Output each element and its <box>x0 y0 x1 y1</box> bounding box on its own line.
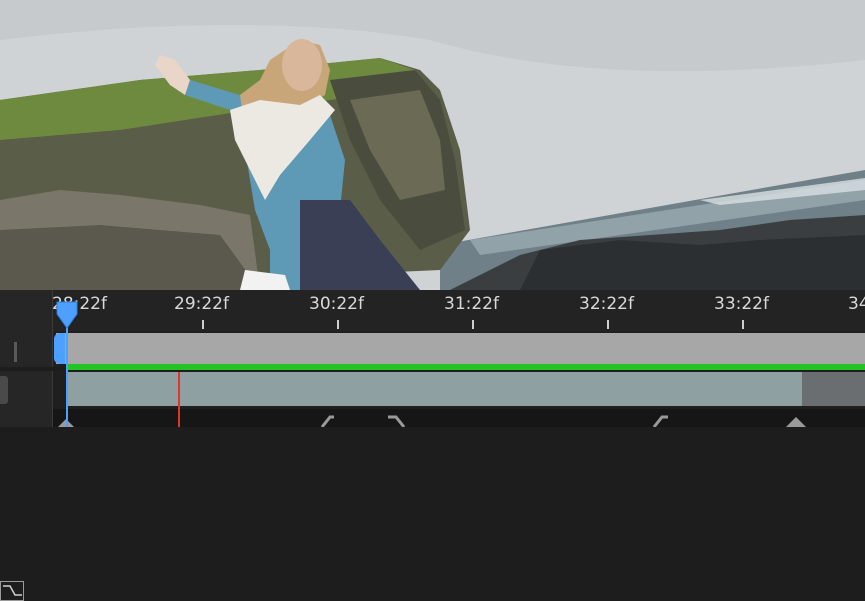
tick-label-1: 29:22f <box>174 294 229 314</box>
tick-mark-4 <box>607 320 609 329</box>
keyframe-marker-4 <box>652 415 668 427</box>
tick-label-2: 30:22f <box>309 294 364 314</box>
tick-mark-5 <box>742 320 744 329</box>
track-grip-handle[interactable] <box>14 342 17 362</box>
tick-label-6: 34 <box>848 294 865 314</box>
layer-duration-bar[interactable] <box>66 372 802 406</box>
keyframe-marker-5 <box>786 417 806 427</box>
keyframe-marker-3 <box>388 415 406 427</box>
layer-grip-handle[interactable] <box>0 376 8 404</box>
playhead-line[interactable] <box>66 318 68 427</box>
tick-label-4: 32:22f <box>579 294 634 314</box>
track-header-1 <box>0 331 53 367</box>
work-area-start-handle[interactable] <box>54 333 65 364</box>
ruler-header <box>0 290 53 331</box>
tick-mark-3 <box>472 320 474 329</box>
work-area-bar[interactable] <box>56 333 865 364</box>
playhead-icon[interactable] <box>55 300 79 330</box>
keyframe-marker-2 <box>320 415 334 427</box>
tick-label-5: 33:22f <box>714 294 769 314</box>
tick-mark-1 <box>202 320 204 329</box>
graph-editor-icon[interactable] <box>0 581 24 601</box>
video-frame-image <box>0 0 865 290</box>
tick-label-3: 31:22f <box>444 294 499 314</box>
time-ruler[interactable]: 28:22f 29:22f 30:22f 31:22f 32:22f 33:22… <box>0 290 865 601</box>
layer-bar-out-region <box>802 372 865 406</box>
video-preview <box>0 0 865 290</box>
keyframe-row-graphics <box>58 415 806 427</box>
render-cache-bar <box>66 364 865 370</box>
tick-mark-2 <box>337 320 339 329</box>
